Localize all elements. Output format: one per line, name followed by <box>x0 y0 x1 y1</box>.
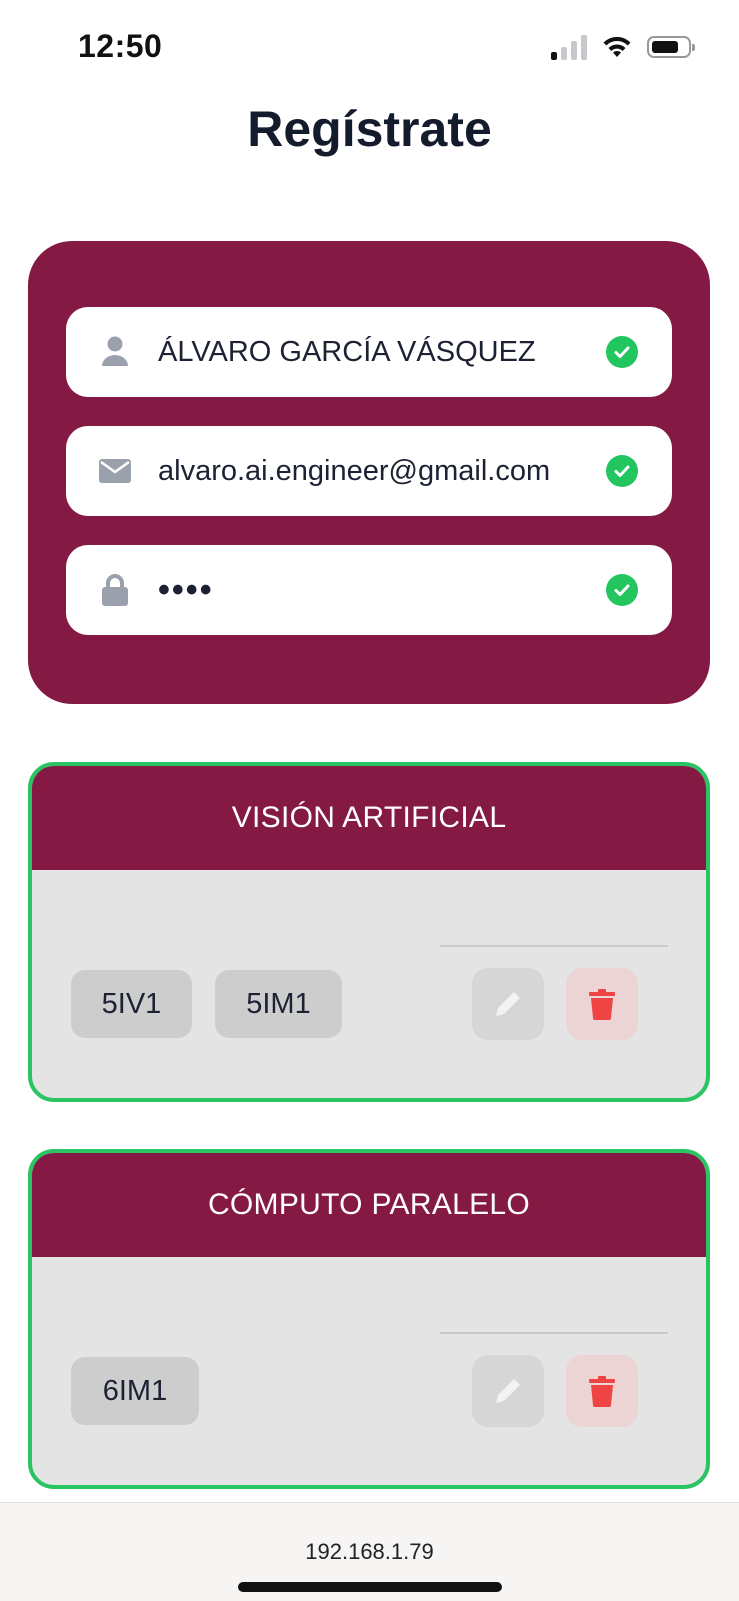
email-value[interactable]: alvaro.ai.engineer@gmail.com <box>158 455 606 488</box>
registration-form-card: ÁLVARO GARCÍA VÁSQUEZ alvaro.ai.engineer… <box>28 241 710 704</box>
status-time: 12:50 <box>78 28 163 64</box>
pencil-icon <box>496 990 522 1016</box>
course-body: 6IM1 <box>32 1257 706 1482</box>
check-circle-icon <box>606 336 638 368</box>
divider <box>440 1332 668 1334</box>
course-title: VISIÓN ARTIFICIAL <box>32 766 706 870</box>
password-value[interactable]: •••• <box>158 571 606 610</box>
page-title: Regístrate <box>247 101 492 157</box>
edit-button[interactable] <box>472 968 544 1040</box>
wifi-icon <box>603 36 631 57</box>
course-body: 5IV1 5IM1 <box>32 870 706 1095</box>
battery-icon <box>647 36 695 58</box>
course-title: CÓMPUTO PARALELO <box>32 1153 706 1257</box>
pencil-icon <box>496 1377 522 1403</box>
name-value[interactable]: ÁLVARO GARCÍA VÁSQUEZ <box>158 336 606 369</box>
trash-icon <box>589 1376 615 1407</box>
divider <box>440 945 668 947</box>
check-circle-icon <box>606 455 638 487</box>
check-circle-icon <box>606 574 638 606</box>
url-label[interactable]: 192.168.1.79 <box>0 1539 739 1565</box>
group-chip[interactable]: 5IM1 <box>215 970 342 1038</box>
course-card: CÓMPUTO PARALELO 6IM1 <box>28 1149 710 1489</box>
course-card: VISIÓN ARTIFICIAL 5IV1 5IM1 <box>28 762 710 1102</box>
email-field[interactable]: alvaro.ai.engineer@gmail.com <box>66 426 672 516</box>
trash-icon <box>589 989 615 1020</box>
home-indicator[interactable] <box>238 1582 502 1592</box>
delete-button[interactable] <box>566 968 638 1040</box>
cellular-signal-icon <box>551 34 587 60</box>
group-chip[interactable]: 5IV1 <box>71 970 192 1038</box>
delete-button[interactable] <box>566 1355 638 1427</box>
name-field[interactable]: ÁLVARO GARCÍA VÁSQUEZ <box>66 307 672 397</box>
group-chip[interactable]: 6IM1 <box>71 1357 199 1425</box>
envelope-icon <box>98 454 132 488</box>
browser-bottom-bar: 192.168.1.79 <box>0 1502 739 1601</box>
user-icon <box>98 335 132 369</box>
password-field[interactable]: •••• <box>66 545 672 635</box>
status-icons <box>551 34 695 60</box>
edit-button[interactable] <box>472 1355 544 1427</box>
status-bar: 12:50 <box>0 0 739 96</box>
lock-icon <box>98 573 132 607</box>
